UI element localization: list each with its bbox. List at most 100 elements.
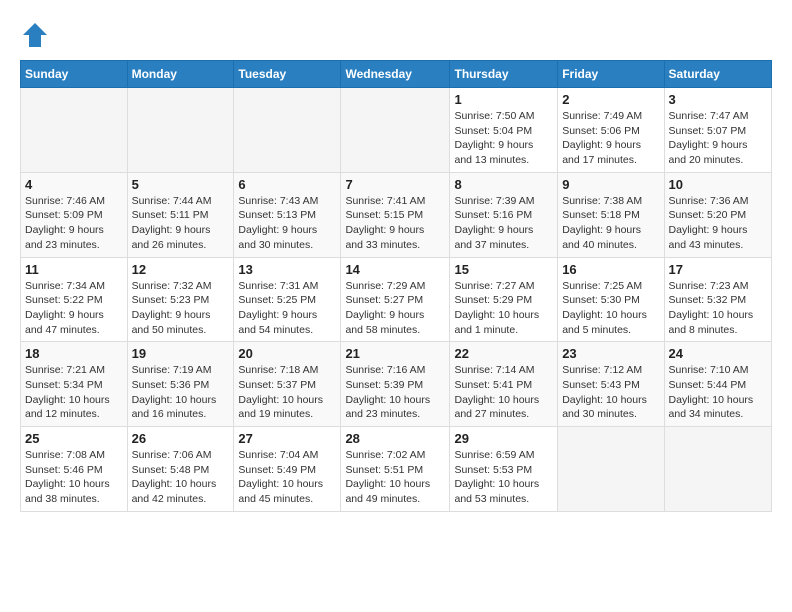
day-of-week-header: Tuesday (234, 61, 341, 88)
day-info: Sunrise: 7:47 AM Sunset: 5:07 PM Dayligh… (669, 109, 767, 168)
day-info: Sunrise: 7:02 AM Sunset: 5:51 PM Dayligh… (345, 448, 445, 507)
calendar-day-cell: 2 Sunrise: 7:49 AM Sunset: 5:06 PM Daylig… (558, 88, 664, 173)
day-number: 23 (562, 346, 659, 361)
day-number: 8 (454, 177, 553, 192)
day-number: 6 (238, 177, 336, 192)
calendar-day-cell: 15 Sunrise: 7:27 AM Sunset: 5:29 PM Dayli… (450, 257, 558, 342)
day-info: Sunrise: 7:31 AM Sunset: 5:25 PM Dayligh… (238, 279, 336, 338)
calendar-day-cell: 11 Sunrise: 7:34 AM Sunset: 5:22 PM Dayli… (21, 257, 128, 342)
day-info: Sunrise: 7:18 AM Sunset: 5:37 PM Dayligh… (238, 363, 336, 422)
calendar-week-row: 4 Sunrise: 7:46 AM Sunset: 5:09 PM Daylig… (21, 172, 772, 257)
day-number: 27 (238, 431, 336, 446)
day-number: 4 (25, 177, 123, 192)
day-number: 18 (25, 346, 123, 361)
day-info: Sunrise: 7:32 AM Sunset: 5:23 PM Dayligh… (132, 279, 230, 338)
calendar-day-cell (558, 427, 664, 512)
day-of-week-header: Thursday (450, 61, 558, 88)
day-number: 19 (132, 346, 230, 361)
calendar-day-cell: 26 Sunrise: 7:06 AM Sunset: 5:48 PM Dayli… (127, 427, 234, 512)
calendar-day-cell: 12 Sunrise: 7:32 AM Sunset: 5:23 PM Dayli… (127, 257, 234, 342)
calendar-day-cell: 21Sunrise: 7:16 AM Sunset: 5:39 PM Dayli… (341, 342, 450, 427)
calendar-day-cell: 4 Sunrise: 7:46 AM Sunset: 5:09 PM Daylig… (21, 172, 128, 257)
day-info: Sunrise: 7:44 AM Sunset: 5:11 PM Dayligh… (132, 194, 230, 253)
day-number: 12 (132, 262, 230, 277)
day-number: 3 (669, 92, 767, 107)
calendar-day-cell: 3 Sunrise: 7:47 AM Sunset: 5:07 PM Daylig… (664, 88, 771, 173)
day-info: Sunrise: 7:06 AM Sunset: 5:48 PM Dayligh… (132, 448, 230, 507)
day-info: Sunrise: 7:14 AM Sunset: 5:41 PM Dayligh… (454, 363, 553, 422)
calendar-day-cell: 28 Sunrise: 7:02 AM Sunset: 5:51 PM Dayli… (341, 427, 450, 512)
calendar-day-cell: 13 Sunrise: 7:31 AM Sunset: 5:25 PM Dayli… (234, 257, 341, 342)
day-info: Sunrise: 7:46 AM Sunset: 5:09 PM Dayligh… (25, 194, 123, 253)
calendar-day-cell (127, 88, 234, 173)
day-info: Sunrise: 7:43 AM Sunset: 5:13 PM Dayligh… (238, 194, 336, 253)
day-number: 22 (454, 346, 553, 361)
day-info: Sunrise: 7:27 AM Sunset: 5:29 PM Dayligh… (454, 279, 553, 338)
calendar-day-cell: 9 Sunrise: 7:38 AM Sunset: 5:18 PM Daylig… (558, 172, 664, 257)
day-info: Sunrise: 7:41 AM Sunset: 5:15 PM Dayligh… (345, 194, 445, 253)
day-info: Sunrise: 7:49 AM Sunset: 5:06 PM Dayligh… (562, 109, 659, 168)
calendar-day-cell: 5 Sunrise: 7:44 AM Sunset: 5:11 PM Daylig… (127, 172, 234, 257)
calendar-day-cell: 27 Sunrise: 7:04 AM Sunset: 5:49 PM Dayli… (234, 427, 341, 512)
day-of-week-header: Saturday (664, 61, 771, 88)
calendar-day-cell: 14 Sunrise: 7:29 AM Sunset: 5:27 PM Dayli… (341, 257, 450, 342)
calendar-table: SundayMondayTuesdayWednesdayThursdayFrid… (20, 60, 772, 512)
day-of-week-header: Friday (558, 61, 664, 88)
day-info: Sunrise: 7:12 AM Sunset: 5:43 PM Dayligh… (562, 363, 659, 422)
day-info: Sunrise: 7:08 AM Sunset: 5:46 PM Dayligh… (25, 448, 123, 507)
day-info: Sunrise: 7:38 AM Sunset: 5:18 PM Dayligh… (562, 194, 659, 253)
day-number: 7 (345, 177, 445, 192)
day-number: 11 (25, 262, 123, 277)
day-number: 2 (562, 92, 659, 107)
day-info: Sunrise: 7:21 AM Sunset: 5:34 PM Dayligh… (25, 363, 123, 422)
day-number: 25 (25, 431, 123, 446)
day-number: 29 (454, 431, 553, 446)
calendar-day-cell: 20 Sunrise: 7:18 AM Sunset: 5:37 PM Dayli… (234, 342, 341, 427)
day-number: 26 (132, 431, 230, 446)
calendar-header-row: SundayMondayTuesdayWednesdayThursdayFrid… (21, 61, 772, 88)
day-info: Sunrise: 7:39 AM Sunset: 5:16 PM Dayligh… (454, 194, 553, 253)
calendar-day-cell (21, 88, 128, 173)
calendar-day-cell: 23 Sunrise: 7:12 AM Sunset: 5:43 PM Dayli… (558, 342, 664, 427)
calendar-day-cell (664, 427, 771, 512)
day-info: Sunrise: 6:59 AM Sunset: 5:53 PM Dayligh… (454, 448, 553, 507)
day-of-week-header: Monday (127, 61, 234, 88)
calendar-week-row: 25 Sunrise: 7:08 AM Sunset: 5:46 PM Dayli… (21, 427, 772, 512)
day-number: 1 (454, 92, 553, 107)
day-number: 15 (454, 262, 553, 277)
day-number: 13 (238, 262, 336, 277)
calendar-week-row: 18 Sunrise: 7:21 AM Sunset: 5:34 PM Dayli… (21, 342, 772, 427)
calendar-week-row: 11 Sunrise: 7:34 AM Sunset: 5:22 PM Dayli… (21, 257, 772, 342)
day-info: Sunrise: 7:29 AM Sunset: 5:27 PM Dayligh… (345, 279, 445, 338)
calendar-week-row: 1Sunrise: 7:50 AM Sunset: 5:04 PM Daylig… (21, 88, 772, 173)
day-info: Sunrise: 7:16 AM Sunset: 5:39 PM Dayligh… (345, 363, 445, 422)
calendar-day-cell: 10Sunrise: 7:36 AM Sunset: 5:20 PM Dayli… (664, 172, 771, 257)
page-header (20, 20, 772, 50)
calendar-day-cell: 17 Sunrise: 7:23 AM Sunset: 5:32 PM Dayli… (664, 257, 771, 342)
calendar-day-cell: 6 Sunrise: 7:43 AM Sunset: 5:13 PM Daylig… (234, 172, 341, 257)
day-number: 20 (238, 346, 336, 361)
day-number: 9 (562, 177, 659, 192)
day-info: Sunrise: 7:10 AM Sunset: 5:44 PM Dayligh… (669, 363, 767, 422)
day-info: Sunrise: 7:04 AM Sunset: 5:49 PM Dayligh… (238, 448, 336, 507)
day-number: 28 (345, 431, 445, 446)
day-of-week-header: Sunday (21, 61, 128, 88)
day-info: Sunrise: 7:34 AM Sunset: 5:22 PM Dayligh… (25, 279, 123, 338)
calendar-day-cell (341, 88, 450, 173)
day-number: 14 (345, 262, 445, 277)
calendar-day-cell: 18 Sunrise: 7:21 AM Sunset: 5:34 PM Dayli… (21, 342, 128, 427)
logo-icon (20, 20, 50, 50)
day-number: 16 (562, 262, 659, 277)
calendar-day-cell (234, 88, 341, 173)
logo (20, 20, 56, 50)
calendar-day-cell: 29 Sunrise: 6:59 AM Sunset: 5:53 PM Dayli… (450, 427, 558, 512)
calendar-day-cell: 8 Sunrise: 7:39 AM Sunset: 5:16 PM Daylig… (450, 172, 558, 257)
calendar-day-cell: 16Sunrise: 7:25 AM Sunset: 5:30 PM Dayli… (558, 257, 664, 342)
calendar-day-cell: 22 Sunrise: 7:14 AM Sunset: 5:41 PM Dayli… (450, 342, 558, 427)
calendar-day-cell: 7 Sunrise: 7:41 AM Sunset: 5:15 PM Daylig… (341, 172, 450, 257)
day-number: 10 (669, 177, 767, 192)
day-number: 17 (669, 262, 767, 277)
day-number: 5 (132, 177, 230, 192)
day-number: 24 (669, 346, 767, 361)
day-info: Sunrise: 7:23 AM Sunset: 5:32 PM Dayligh… (669, 279, 767, 338)
